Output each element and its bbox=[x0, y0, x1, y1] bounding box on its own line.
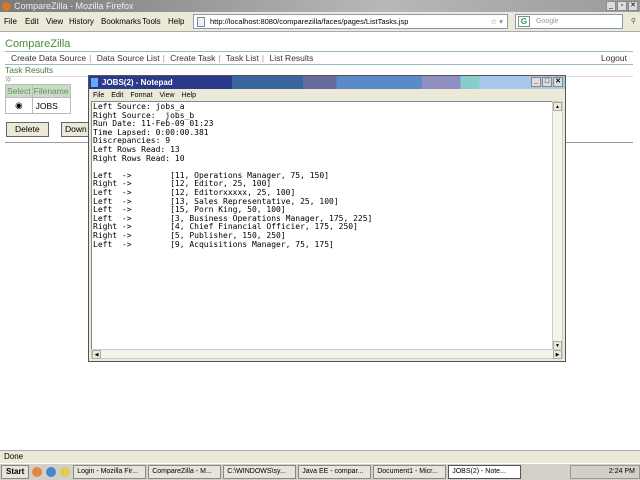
notepad-title-bar[interactable]: JOBS(2) - Notepad _ □ ✕ bbox=[89, 76, 565, 89]
menu-tools[interactable]: Tools bbox=[142, 17, 161, 26]
system-tray: 2:24 PM bbox=[570, 465, 640, 479]
ie-quicklaunch-icon[interactable] bbox=[46, 467, 57, 477]
bookmark-star-icon[interactable]: ☆ ▾ bbox=[490, 15, 503, 28]
scroll-right-arrow[interactable]: ▶ bbox=[553, 350, 562, 359]
vertical-scrollbar[interactable]: ▲ ▼ bbox=[552, 101, 563, 351]
google-icon[interactable]: G bbox=[518, 16, 530, 27]
firefox-quicklaunch-icon[interactable] bbox=[32, 467, 43, 477]
notepad-menu-file[interactable]: File bbox=[93, 92, 104, 99]
column-header: Select bbox=[5, 84, 33, 98]
delete-button[interactable]: Delete bbox=[6, 122, 49, 137]
nav-bar: Create Data Source | Data Source List | Cr… bbox=[5, 51, 633, 65]
app-brand: CompareZilla bbox=[5, 38, 71, 50]
maximize-button[interactable]: ▫ bbox=[617, 1, 627, 11]
notepad-icon bbox=[91, 78, 98, 87]
notepad-menu-format[interactable]: Format bbox=[130, 92, 152, 99]
minimize-button[interactable]: _ bbox=[606, 1, 616, 11]
nav-create-data-source[interactable]: Create Data Source bbox=[11, 53, 86, 63]
scroll-left-arrow[interactable]: ◀ bbox=[92, 350, 101, 359]
search-input[interactable]: G Google ⚲ bbox=[515, 14, 636, 29]
menu-view[interactable]: View bbox=[46, 17, 63, 26]
page-icon bbox=[197, 17, 205, 27]
download-button[interactable]: Down bbox=[61, 122, 91, 137]
taskbar-button[interactable]: Java EE - compar... bbox=[298, 465, 372, 479]
url-text: http://localhost:8080/comparezilla/faces… bbox=[210, 17, 409, 26]
notepad-maximize-button[interactable]: □ bbox=[542, 77, 552, 87]
logout-link[interactable]: Logout bbox=[601, 52, 627, 64]
taskbar-button[interactable]: Document1 - Micr... bbox=[373, 465, 447, 479]
menu-history[interactable]: History bbox=[69, 17, 94, 26]
notepad-close-button[interactable]: ✕ bbox=[553, 77, 563, 87]
column-header: Filename bbox=[31, 84, 71, 98]
taskbar: Start Login - Mozilla Fir... CompareZilla… bbox=[0, 463, 640, 480]
browser-title-bar: CompareZilla - Mozilla Firefox _ ▫ ✕ bbox=[0, 0, 640, 12]
text-line: Left -> [9, Acquisitions Manager, 75, 17… bbox=[93, 239, 334, 249]
taskbar-button[interactable]: C:\WINDOWS\sy... bbox=[223, 465, 297, 479]
taskbar-button[interactable]: JOBS(2) - Note... bbox=[448, 465, 522, 479]
nav-task-list[interactable]: Task List bbox=[226, 53, 259, 63]
notepad-minimize-button[interactable]: _ bbox=[531, 77, 541, 87]
notepad-window: JOBS(2) - Notepad _ □ ✕ File Edit Format View… bbox=[88, 75, 566, 362]
scroll-up-arrow[interactable]: ▲ bbox=[553, 102, 562, 111]
notepad-menu-view[interactable]: View bbox=[160, 92, 175, 99]
search-icon[interactable]: ⚲ bbox=[631, 15, 636, 28]
notepad-title: JOBS(2) - Notepad bbox=[102, 78, 173, 87]
nav-data-source-list[interactable]: Data Source List bbox=[97, 53, 160, 63]
clock: 2:24 PM bbox=[608, 468, 635, 475]
desktop-quicklaunch-icon[interactable] bbox=[60, 467, 71, 477]
notepad-menu-help[interactable]: Help bbox=[182, 92, 196, 99]
close-button[interactable]: ✕ bbox=[628, 1, 638, 11]
menu-file[interactable]: File bbox=[4, 17, 17, 26]
taskbar-button[interactable]: Login - Mozilla Fir... bbox=[73, 465, 147, 479]
search-placeholder: Google bbox=[536, 18, 559, 25]
url-bar[interactable]: http://localhost:8080/comparezilla/faces… bbox=[193, 14, 508, 29]
start-button[interactable]: Start bbox=[1, 465, 30, 479]
results-table: Select Filename ◉ JOBS bbox=[5, 84, 71, 114]
window-title: CompareZilla - Mozilla Firefox bbox=[14, 1, 134, 11]
notepad-menu-bar: File Edit Format View Help bbox=[89, 90, 203, 101]
table-row: ◉ JOBS bbox=[5, 97, 71, 114]
menu-help[interactable]: Help bbox=[168, 17, 184, 26]
status-bar: Done bbox=[0, 450, 640, 463]
menu-bookmarks[interactable]: Bookmarks bbox=[101, 17, 141, 26]
filename-cell: JOBS bbox=[31, 97, 71, 114]
notepad-text-area[interactable]: Left Source: jobs_a Right Source: jobs_b R… bbox=[91, 101, 554, 351]
notepad-menu-edit[interactable]: Edit bbox=[111, 92, 123, 99]
nav-list-results[interactable]: List Results bbox=[269, 53, 313, 63]
taskbar-button[interactable]: CompareZilla - M... bbox=[148, 465, 222, 479]
nav-create-task[interactable]: Create Task bbox=[170, 53, 215, 63]
text-line: Right Rows Read: 10 bbox=[93, 153, 185, 163]
firefox-icon bbox=[2, 2, 11, 11]
select-radio[interactable]: ◉ bbox=[5, 97, 33, 114]
menu-edit[interactable]: Edit bbox=[25, 17, 39, 26]
horizontal-scrollbar[interactable]: ◀ ▶ bbox=[91, 349, 563, 359]
loading-icon: ✲ bbox=[5, 75, 12, 84]
